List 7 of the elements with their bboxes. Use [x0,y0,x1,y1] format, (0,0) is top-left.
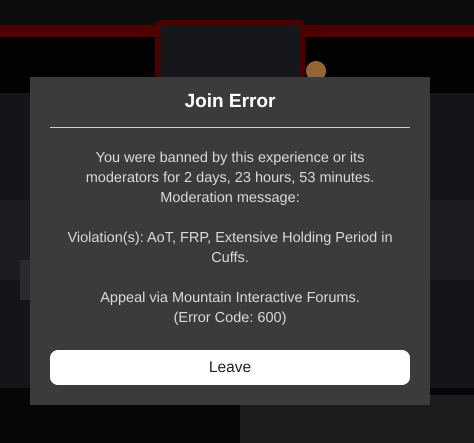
dialog-title: Join Error [184,90,276,114]
leave-button[interactable]: Leave [50,350,410,385]
message-text: Violation(s): AoT, FRP, Extensive Holding Period in Cuffs. [66,229,394,268]
message-text: (Error Code: 600) [172,309,288,328]
message-text: Appeal via Mountain Interactive Forums. [99,289,361,308]
message-text: You were banned by this experience or its moderators for 2 days, 23 hours, 53 minutes. [84,149,376,188]
message-text: Moderation message: [159,189,301,208]
